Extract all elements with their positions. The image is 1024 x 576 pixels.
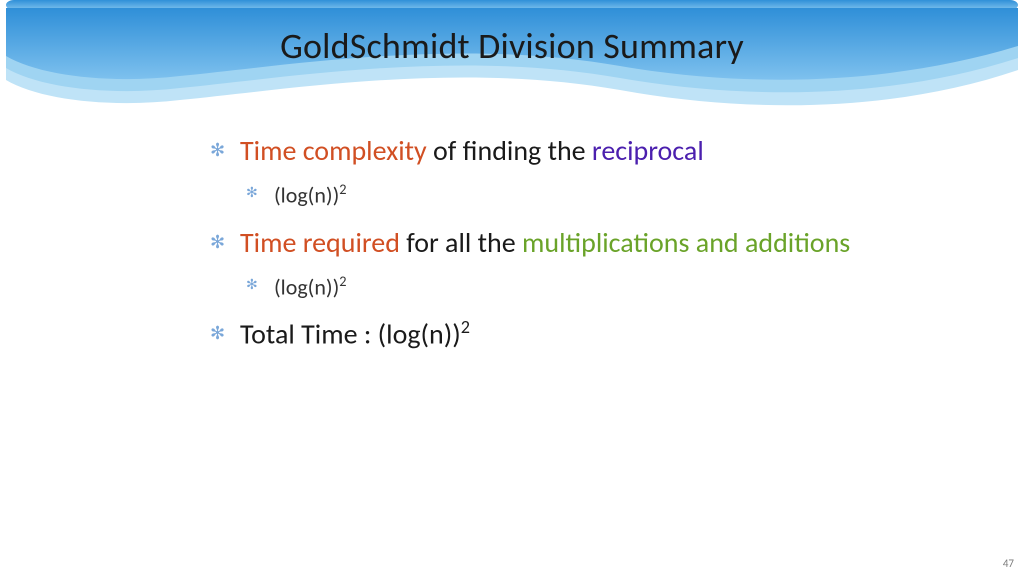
text-purple: reciprocal — [592, 133, 704, 168]
math-base: (log(n)) — [274, 181, 339, 208]
text: for all the — [400, 225, 522, 260]
slide-body: Time complexity of finding the reciproca… — [210, 132, 950, 364]
math-sup: 2 — [339, 272, 346, 290]
text: Total Time : (log(n)) — [240, 317, 461, 352]
bullet-time-required: Time required for all the multiplication… — [210, 224, 950, 262]
slide: GoldSchmidt Division Summary Time comple… — [0, 0, 1024, 576]
math-base: (log(n)) — [274, 273, 339, 300]
text-green: multiplications and additions — [522, 225, 850, 260]
text: of finding the — [427, 133, 592, 168]
bullet-time-complexity: Time complexity of finding the reciproca… — [210, 132, 950, 170]
page-number: 47 — [1003, 557, 1014, 570]
text-red: Time required — [240, 225, 400, 260]
math-sup: 2 — [339, 180, 346, 198]
subbullet-logn2-b: (log(n))2 — [210, 272, 950, 302]
text-red: Time complexity — [240, 133, 427, 168]
slide-title: GoldSchmidt Division Summary — [0, 24, 1024, 68]
subbullet-logn2-a: (log(n))2 — [210, 180, 950, 210]
bullet-total-time: Total Time : (log(n))2 — [210, 315, 950, 353]
math-sup: 2 — [461, 316, 470, 338]
